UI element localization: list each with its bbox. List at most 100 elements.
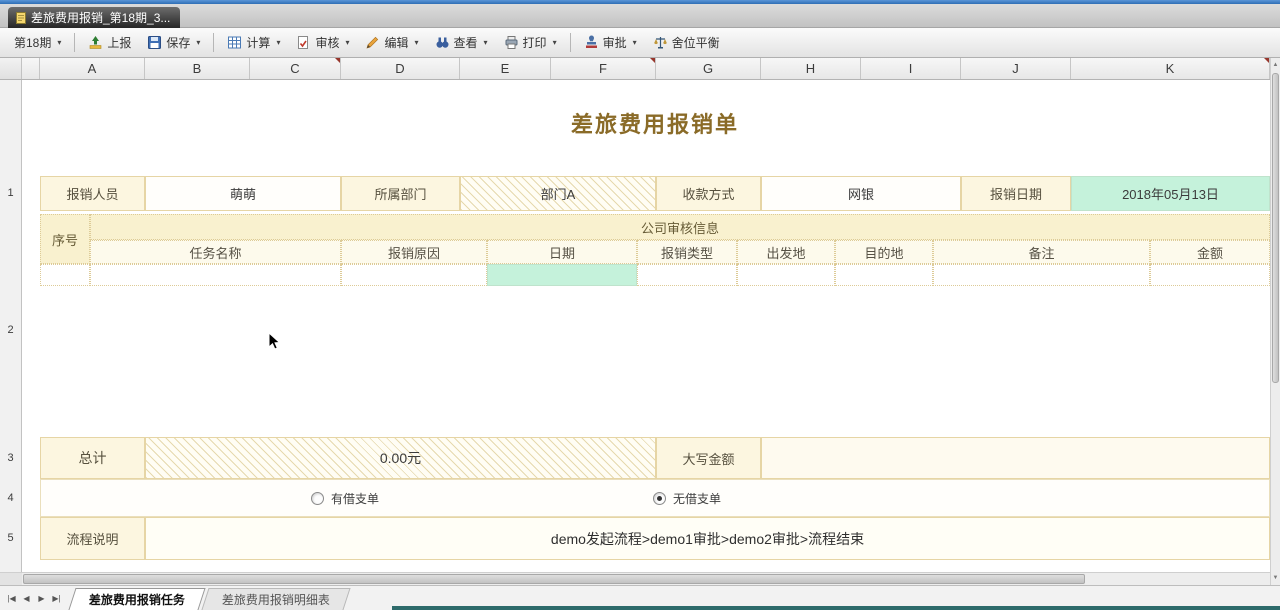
last-sheet-button[interactable]: ▶| — [49, 594, 64, 603]
detail-column-header: 出发地 — [737, 240, 835, 264]
department-value-cell: 部门A — [460, 176, 656, 211]
approve-label: 审批 — [603, 34, 627, 51]
detail-column-header: 报销原因 — [341, 240, 487, 264]
row-header[interactable]: 5 — [0, 529, 21, 547]
balance-label: 舍位平衡 — [672, 34, 720, 51]
horizontal-scrollbar[interactable] — [22, 572, 1270, 585]
radio-has-loan[interactable]: 有借支单 — [311, 480, 379, 516]
save-button[interactable]: 保存 — [139, 30, 208, 55]
print-button[interactable]: 打印 — [496, 30, 565, 55]
next-sheet-button[interactable]: ▶ — [34, 594, 49, 603]
sheet-tab-details[interactable]: 差旅费用报销明细表 — [201, 588, 350, 610]
select-all-corner[interactable] — [0, 58, 22, 79]
column-header[interactable]: H — [761, 58, 861, 79]
payment-method-value-cell[interactable]: 网银 — [761, 176, 961, 211]
vertical-scrollbar-thumb[interactable] — [1272, 73, 1279, 383]
column-letter: K — [1166, 61, 1175, 76]
audit-button[interactable]: 审核 — [288, 30, 357, 55]
edit-label: 编辑 — [384, 34, 408, 51]
approve-button[interactable]: 审批 — [576, 30, 645, 55]
balance-icon — [653, 35, 668, 50]
flow-label-cell: 流程说明 — [40, 517, 145, 560]
amount-in-words-value-cell[interactable] — [761, 437, 1270, 479]
row-header[interactable]: 1 — [0, 184, 21, 202]
toolbar-separator — [213, 33, 214, 52]
detail-cell[interactable] — [933, 264, 1150, 286]
submit-button[interactable]: 上报 — [80, 30, 139, 55]
vertical-scrollbar[interactable] — [1270, 58, 1280, 585]
column-header-row: A B C D E F G H I J K — [0, 58, 1280, 80]
amount-in-words-label-cell: 大写金额 — [656, 437, 761, 479]
detail-column-header: 日期 — [487, 240, 637, 264]
seq-header-cell: 序号 — [40, 214, 90, 264]
detail-cell[interactable] — [40, 264, 90, 286]
column-header[interactable]: K — [1071, 58, 1270, 79]
column-header[interactable]: C — [250, 58, 341, 79]
detail-cell[interactable] — [835, 264, 933, 286]
selected-cell[interactable] — [487, 264, 637, 286]
form-title: 差旅费用报销单 — [40, 106, 1270, 140]
column-header[interactable]: J — [961, 58, 1071, 79]
sheet-tab-tasks-label: 差旅费用报销任务 — [89, 591, 185, 608]
report-date-value-cell[interactable]: 2018年05月13日 — [1071, 176, 1270, 211]
app-window: 差旅费用报销_第18期_3... 第18期 上报 保存 计算 — [0, 0, 1280, 610]
sheet-tab-tasks[interactable]: 差旅费用报销任务 — [68, 588, 205, 610]
period-selector-label: 第18期 — [14, 34, 51, 51]
payment-method-label-cell: 收款方式 — [656, 176, 761, 211]
column-header[interactable]: A — [40, 58, 145, 79]
column-header[interactable]: G — [656, 58, 761, 79]
hidden-column-marker-icon — [335, 58, 340, 63]
edit-button[interactable]: 编辑 — [357, 30, 426, 55]
hidden-column-marker-icon — [650, 58, 655, 63]
margin-column-header — [22, 58, 40, 79]
balance-button[interactable]: 舍位平衡 — [645, 30, 728, 55]
detail-cell[interactable] — [90, 264, 341, 286]
report-date-label-cell: 报销日期 — [961, 176, 1071, 211]
detail-cell[interactable] — [737, 264, 835, 286]
column-letter: E — [501, 61, 510, 76]
calculate-icon — [227, 35, 242, 50]
detail-cell[interactable] — [1150, 264, 1270, 286]
radio-checked-icon — [653, 492, 666, 505]
column-letter: D — [395, 61, 404, 76]
approve-icon — [584, 35, 599, 50]
period-selector[interactable]: 第18期 — [6, 30, 69, 55]
column-header[interactable]: F — [551, 58, 656, 79]
reimburser-label-cell: 报销人员 — [40, 176, 145, 211]
horizontal-scrollbar-thumb[interactable] — [23, 574, 1085, 584]
detail-column-header: 任务名称 — [90, 240, 341, 264]
calculate-button[interactable]: 计算 — [219, 30, 288, 55]
department-label-cell: 所属部门 — [341, 176, 460, 211]
save-label: 保存 — [166, 34, 190, 51]
first-sheet-button[interactable]: |◀ — [4, 594, 19, 603]
column-header[interactable]: B — [145, 58, 250, 79]
column-header[interactable]: I — [861, 58, 961, 79]
column-header[interactable]: E — [460, 58, 551, 79]
prev-sheet-button[interactable]: ◀ — [19, 594, 34, 603]
scroll-down-button[interactable] — [1271, 572, 1280, 584]
detail-cell[interactable] — [637, 264, 737, 286]
column-header[interactable]: D — [341, 58, 460, 79]
detail-cell[interactable] — [341, 264, 487, 286]
column-letter: A — [88, 61, 97, 76]
audit-label: 审核 — [315, 34, 339, 51]
save-icon — [147, 35, 162, 50]
document-tab[interactable]: 差旅费用报销_第18期_3... — [8, 7, 180, 28]
column-letter: C — [290, 61, 299, 76]
row-header[interactable]: 4 — [0, 489, 21, 507]
scroll-up-button[interactable] — [1271, 59, 1280, 71]
radio-has-loan-label: 有借支单 — [331, 490, 379, 507]
detail-column-header: 金额 — [1150, 240, 1270, 264]
submit-icon — [88, 35, 103, 50]
detail-column-header: 目的地 — [835, 240, 933, 264]
document-tab-label: 差旅费用报销_第18期_3... — [31, 9, 170, 26]
reimburser-value-cell[interactable]: 萌萌 — [145, 176, 341, 211]
radio-no-loan[interactable]: 无借支单 — [653, 480, 721, 516]
row-header[interactable]: 2 — [0, 321, 21, 339]
print-icon — [504, 35, 519, 50]
detail-column-header: 备注 — [933, 240, 1150, 264]
group-header-cell: 公司审核信息 — [90, 214, 1270, 240]
row-header[interactable]: 3 — [0, 449, 21, 467]
view-button[interactable]: 查看 — [427, 30, 496, 55]
total-label-cell: 总计 — [40, 437, 145, 479]
